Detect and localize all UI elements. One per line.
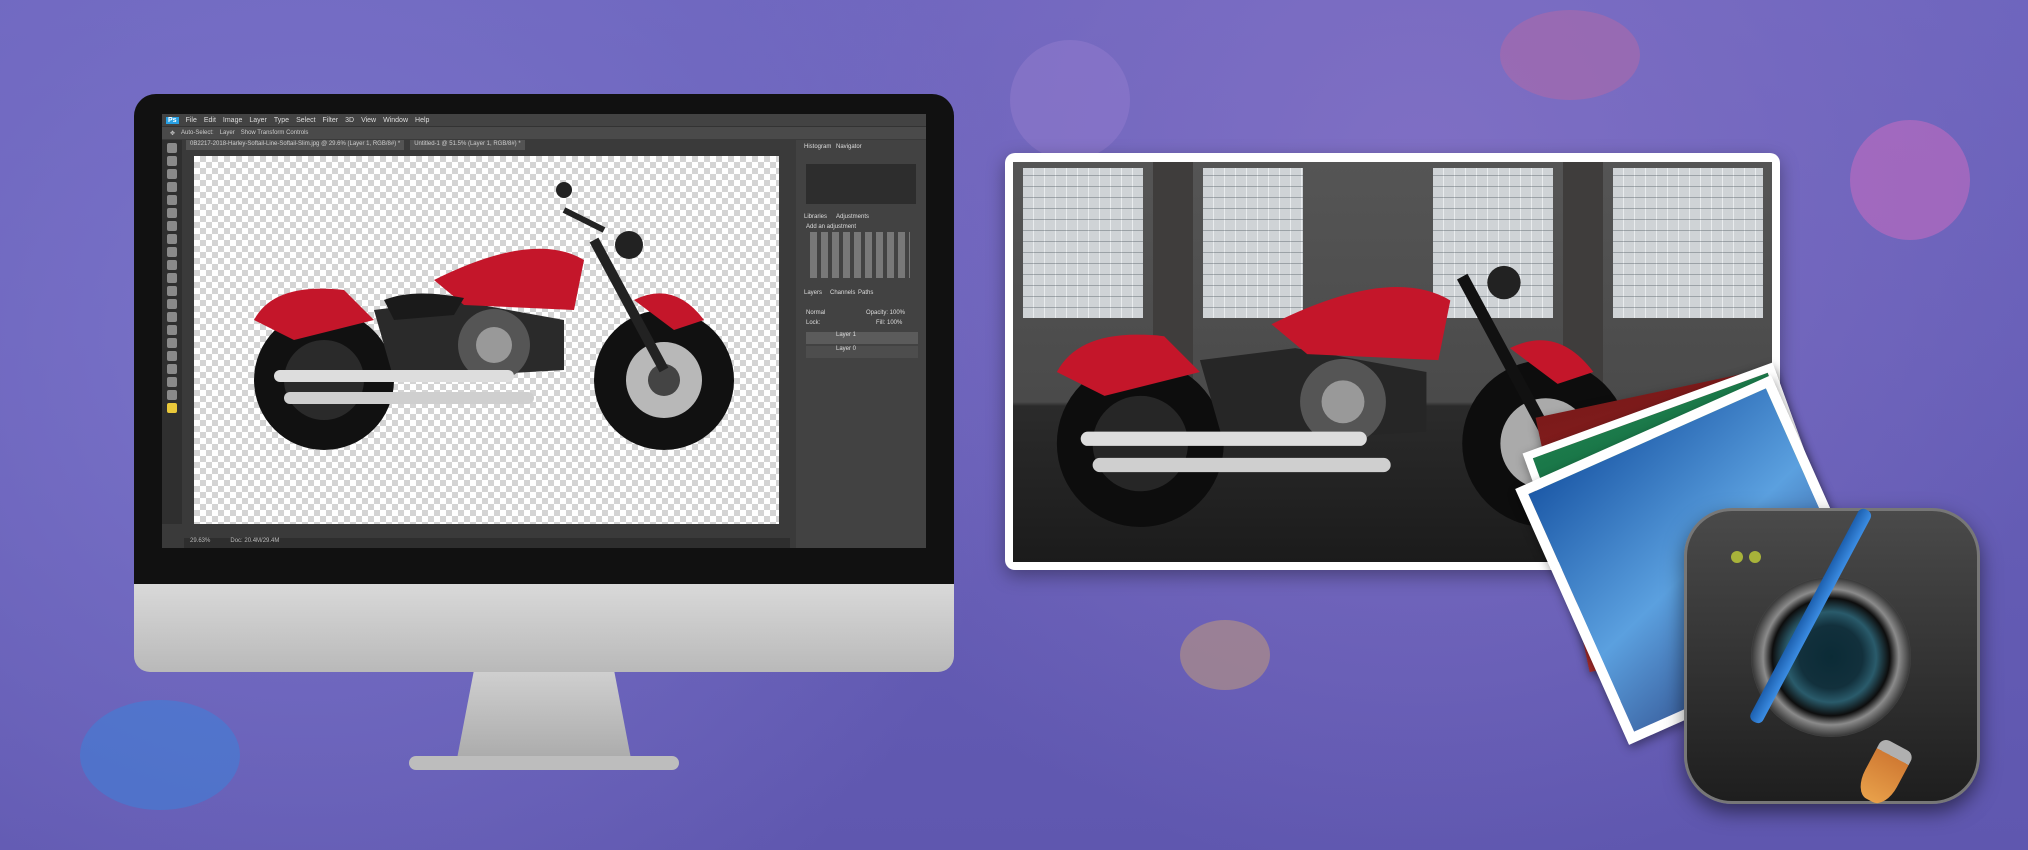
show-transform-checkbox[interactable]: Show Transform Controls — [241, 130, 309, 136]
motorcycle-cutout — [254, 182, 734, 450]
move-tool-icon[interactable]: ✥ — [170, 130, 175, 137]
opacity-field[interactable]: Opacity: 100% — [866, 310, 905, 316]
menu-edit[interactable]: Edit — [204, 117, 216, 124]
histogram-panel — [806, 164, 916, 204]
tab-histogram[interactable]: Histogram — [804, 144, 831, 150]
document-canvas[interactable] — [194, 156, 779, 524]
menu-image[interactable]: Image — [223, 117, 242, 124]
fill-field[interactable]: Fill: 100% — [876, 320, 902, 326]
foreground-color-icon[interactable] — [167, 403, 177, 413]
camera-dot-icon — [1749, 551, 1761, 563]
tab-libraries[interactable]: Libraries — [804, 214, 827, 220]
brush-tool-icon[interactable] — [167, 234, 177, 244]
menu-layer[interactable]: Layer — [249, 117, 267, 124]
camera-icon — [1684, 508, 1980, 804]
photoshop-window: Ps File Edit Image Layer Type Select Fil… — [162, 114, 926, 548]
menu-bar: Ps File Edit Image Layer Type Select Fil… — [162, 114, 926, 126]
layer-row[interactable]: Layer 0 — [806, 346, 918, 358]
menu-view[interactable]: View — [361, 117, 376, 124]
lock-label: Lock: — [806, 320, 821, 326]
ps-logo: Ps — [166, 116, 179, 124]
dodge-tool-icon[interactable] — [167, 312, 177, 322]
camera-dot-icon — [1731, 551, 1743, 563]
menu-window[interactable]: Window — [383, 117, 408, 124]
blur-tool-icon[interactable] — [167, 299, 177, 309]
document-tabs: 0B2217-2018-Harley-Softail-Line-Softail-… — [186, 140, 525, 150]
tools-panel — [162, 140, 182, 524]
adjustment-icons[interactable] — [810, 232, 910, 278]
tab-channels[interactable]: Channels — [830, 290, 855, 296]
zoom-tool-icon[interactable] — [167, 390, 177, 400]
menu-3d[interactable]: 3D — [345, 117, 354, 124]
doc-size: Doc: 20.4M/29.4M — [230, 538, 280, 544]
monitor-bezel: Ps File Edit Image Layer Type Select Fil… — [134, 94, 954, 584]
paint-splat — [80, 700, 240, 810]
eraser-tool-icon[interactable] — [167, 273, 177, 283]
healing-tool-icon[interactable] — [167, 221, 177, 231]
marquee-tool-icon[interactable] — [167, 156, 177, 166]
tab-adjustments[interactable]: Adjustments — [836, 214, 869, 220]
right-panels: Histogram Navigator Libraries Adjustment… — [796, 140, 926, 548]
gradient-tool-icon[interactable] — [167, 286, 177, 296]
move-tool-icon[interactable] — [167, 143, 177, 153]
hand-tool-icon[interactable] — [167, 377, 177, 387]
camera-lens-icon — [1751, 577, 1911, 737]
tab-layers[interactable]: Layers — [804, 290, 822, 296]
menu-help[interactable]: Help — [415, 117, 429, 124]
doc-tab-harley[interactable]: 0B2217-2018-Harley-Softail-Line-Softail-… — [186, 140, 405, 150]
auto-select-dropdown[interactable]: Layer — [220, 130, 235, 136]
pen-tool-icon[interactable] — [167, 325, 177, 335]
status-bar: 29.63% Doc: 20.4M/29.4M — [184, 538, 790, 548]
eyedropper-tool-icon[interactable] — [167, 208, 177, 218]
paint-splat — [1850, 120, 1970, 240]
menu-file[interactable]: File — [186, 117, 197, 124]
monitor-foot — [409, 756, 679, 770]
blend-mode-select[interactable]: Normal — [806, 310, 825, 316]
paint-splat — [1500, 10, 1640, 100]
monitor-stand — [456, 672, 632, 764]
zoom-level[interactable]: 29.63% — [190, 538, 210, 548]
doc-tab-untitled[interactable]: Untitled-1 @ 51.5% (Layer 1, RGB/8#) * — [410, 140, 525, 150]
history-brush-tool-icon[interactable] — [167, 260, 177, 270]
auto-select-checkbox[interactable]: Auto-Select: — [181, 130, 214, 136]
layer-name: Layer 0 — [836, 346, 857, 352]
stamp-tool-icon[interactable] — [167, 247, 177, 257]
type-tool-icon[interactable] — [167, 338, 177, 348]
layer-name: Layer 1 — [836, 332, 857, 338]
imac-monitor: Ps File Edit Image Layer Type Select Fil… — [134, 94, 954, 770]
menu-type[interactable]: Type — [274, 117, 289, 124]
path-select-tool-icon[interactable] — [167, 351, 177, 361]
paint-splat — [1010, 40, 1130, 160]
monitor-chin — [134, 584, 954, 672]
layer-row[interactable]: Layer 1 — [806, 332, 918, 344]
crop-tool-icon[interactable] — [167, 195, 177, 205]
tab-navigator[interactable]: Navigator — [836, 144, 862, 150]
menu-filter[interactable]: Filter — [323, 117, 339, 124]
quick-select-tool-icon[interactable] — [167, 182, 177, 192]
lasso-tool-icon[interactable] — [167, 169, 177, 179]
shape-tool-icon[interactable] — [167, 364, 177, 374]
options-bar: ✥ Auto-Select: Layer Show Transform Cont… — [162, 126, 926, 139]
adjustments-title: Add an adjustment — [806, 224, 857, 230]
tab-paths[interactable]: Paths — [858, 290, 873, 296]
paint-splat — [1180, 620, 1270, 690]
menu-select[interactable]: Select — [296, 117, 315, 124]
